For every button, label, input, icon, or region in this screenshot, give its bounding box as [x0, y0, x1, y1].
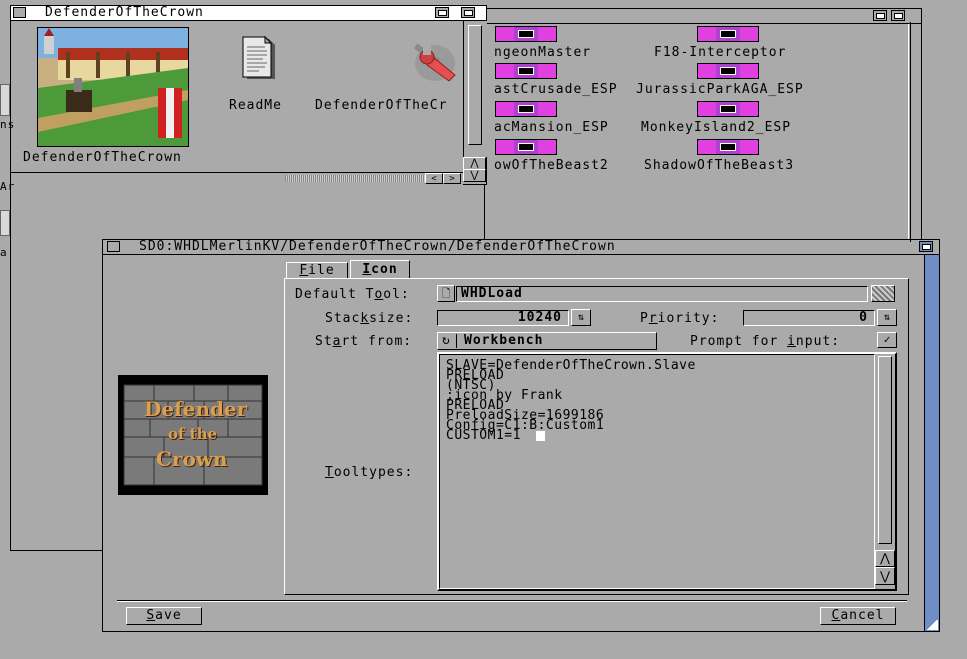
game-disk-label[interactable]: MonkeyIsland2_ESP: [641, 120, 791, 135]
drawer-horizontal-scrollbar[interactable]: < >: [11, 172, 463, 185]
game-disk-label[interactable]: ngeonMaster: [494, 45, 591, 60]
game-disk-icon[interactable]: [495, 63, 557, 79]
tool-icon[interactable]: [409, 35, 459, 85]
tab-file[interactable]: File: [286, 262, 348, 279]
tooltypes-text[interactable]: SLAVE=DefenderOfTheCrown.Slave PRELOAD (…: [446, 359, 696, 442]
tab-icon-rest: con: [371, 262, 398, 277]
default-tool-browse-icon[interactable]: [871, 285, 895, 302]
icon-preview-image: Defender of the Crown: [118, 375, 268, 495]
logo-line-3: Crown: [156, 447, 228, 471]
save-button[interactable]: Save: [126, 607, 202, 625]
tooltypes-scroll-up-icon[interactable]: ⋀: [875, 550, 895, 567]
game-disk-icon[interactable]: [697, 26, 759, 42]
cancel-button[interactable]: Cancel: [820, 607, 896, 625]
game-disk-icon[interactable]: [495, 26, 557, 42]
tab-file-accel: F: [299, 263, 309, 278]
icon-label-tool[interactable]: DefenderOfTheCr: [315, 98, 447, 113]
logo-line-1: Defender: [144, 397, 248, 421]
prompt-for-input-checkbox[interactable]: ✓: [877, 332, 897, 348]
game-disk-icon[interactable]: [697, 101, 759, 117]
start-from-value: Workbench: [464, 333, 544, 348]
depth-gadget-icon[interactable]: [873, 10, 887, 21]
text-cursor: [536, 431, 545, 441]
priority-input[interactable]: 0: [743, 310, 875, 326]
left-window-bottom-border: [10, 550, 102, 551]
left-edge-label-2: Ar: [0, 180, 16, 193]
background-window-titlebar[interactable]: [485, 9, 921, 24]
info-window-right-border: [924, 255, 939, 631]
game-disk-label[interactable]: astCrusade_ESP: [494, 82, 618, 97]
cycle-icon: ↻: [442, 333, 450, 348]
stacksize-input[interactable]: 10240: [437, 310, 569, 326]
stacksize-label: Stacksize:: [325, 311, 414, 326]
information-window-title: SD0:WHDLMerlinKV/DefenderOfTheCrown/Defe…: [139, 240, 616, 254]
info-close-icon[interactable]: [107, 241, 120, 252]
default-tool-label: Default Tool:: [295, 287, 410, 302]
icon-label-readme[interactable]: ReadMe: [229, 98, 282, 113]
game-screenshot-icon[interactable]: [37, 27, 189, 147]
info-depth-icon[interactable]: [919, 241, 933, 252]
tab-file-rest: ile: [308, 263, 335, 278]
priority-spin-icon[interactable]: ⇅: [877, 309, 897, 326]
tooltypes-listview[interactable]: SLAVE=DefenderOfTheCrown.Slave PRELOAD (…: [437, 352, 897, 591]
drawer-content: DefenderOfTheCrown ReadMe DefenderOfTheC…: [11, 21, 463, 173]
readme-document-icon: [242, 35, 275, 79]
left-window-border: [10, 185, 11, 550]
start-from-cycle-button[interactable]: ↻ Workbench: [437, 332, 657, 350]
drawer-vertical-scrollbar[interactable]: [463, 21, 487, 157]
resize-gadget-icon[interactable]: [926, 620, 938, 630]
scroll-left-arrow-icon[interactable]: <: [425, 173, 443, 184]
priority-label: Priority:: [640, 311, 720, 326]
game-disk-label[interactable]: JurassicParkAGA_ESP: [636, 82, 804, 97]
zoom-gadget-icon[interactable]: [891, 10, 905, 21]
tooltypes-scroll-down-icon[interactable]: ⋁: [875, 567, 895, 585]
drawer-window-title: DefenderOfTheCrown: [45, 6, 204, 20]
tooltypes-label: Tooltypes:: [325, 465, 414, 480]
default-tool-input[interactable]: WHDLoad: [456, 286, 868, 302]
left-edge-label-3: a: [0, 246, 8, 259]
tournament-scene-icon: [38, 28, 188, 146]
game-disk-icon[interactable]: [697, 139, 759, 155]
left-edge-icon[interactable]: [0, 84, 10, 116]
logo-line-2: of the: [168, 425, 218, 443]
horizontal-scroll-knob[interactable]: [285, 175, 425, 182]
game-disk-label[interactable]: ShadowOfTheBeast3: [644, 158, 794, 173]
game-disk-label[interactable]: owOfTheBeast2: [494, 158, 609, 173]
wrench-icon: [413, 43, 456, 82]
prompt-for-input-label: Prompt for input:: [690, 334, 841, 349]
button-separator: [117, 600, 907, 602]
tooltypes-scrollbar[interactable]: [875, 354, 895, 550]
scroll-down-arrow-icon[interactable]: ⋁: [463, 169, 486, 182]
scroll-right-arrow-icon[interactable]: >: [443, 173, 461, 184]
game-disk-label[interactable]: F18-Interceptor: [654, 45, 786, 60]
icon-label-defenderofthecrown[interactable]: DefenderOfTheCrown: [23, 150, 182, 165]
drawer-window-titlebar[interactable]: DefenderOfTheCrown: [11, 6, 486, 21]
scrollbar-knob[interactable]: [468, 25, 482, 145]
screen-edge-border: [910, 22, 911, 242]
drawer-window: DefenderOfTheCrown DefenderOfTheCrown Re…: [10, 5, 487, 185]
stacksize-spin-icon[interactable]: ⇅: [571, 309, 591, 326]
drawer-depth-icon[interactable]: [435, 7, 449, 18]
tab-icon[interactable]: Icon: [350, 260, 410, 279]
information-window-titlebar[interactable]: SD0:WHDLMerlinKV/DefenderOfTheCrown/Defe…: [103, 240, 939, 255]
tab-icon-accel: I: [362, 262, 372, 277]
information-window: SD0:WHDLMerlinKV/DefenderOfTheCrown/Defe…: [102, 239, 940, 632]
default-tool-file-icon[interactable]: 🗋: [437, 285, 455, 302]
drawer-zoom-icon[interactable]: [461, 7, 475, 18]
start-from-label: Start from:: [315, 334, 413, 349]
drawer-close-icon[interactable]: [13, 7, 26, 18]
tooltypes-scroll-knob[interactable]: [878, 356, 892, 544]
left-edge-label-1: ns: [0, 118, 16, 131]
game-disk-icon[interactable]: [495, 101, 557, 117]
game-disk-icon[interactable]: [495, 139, 557, 155]
game-disk-icon[interactable]: [697, 63, 759, 79]
left-edge-icon-2[interactable]: [0, 210, 10, 236]
game-disk-label[interactable]: acMansion_ESP: [494, 120, 609, 135]
document-icon[interactable]: [239, 35, 279, 83]
tooltypes-text-area[interactable]: SLAVE=DefenderOfTheCrown.Slave PRELOAD (…: [439, 354, 875, 589]
